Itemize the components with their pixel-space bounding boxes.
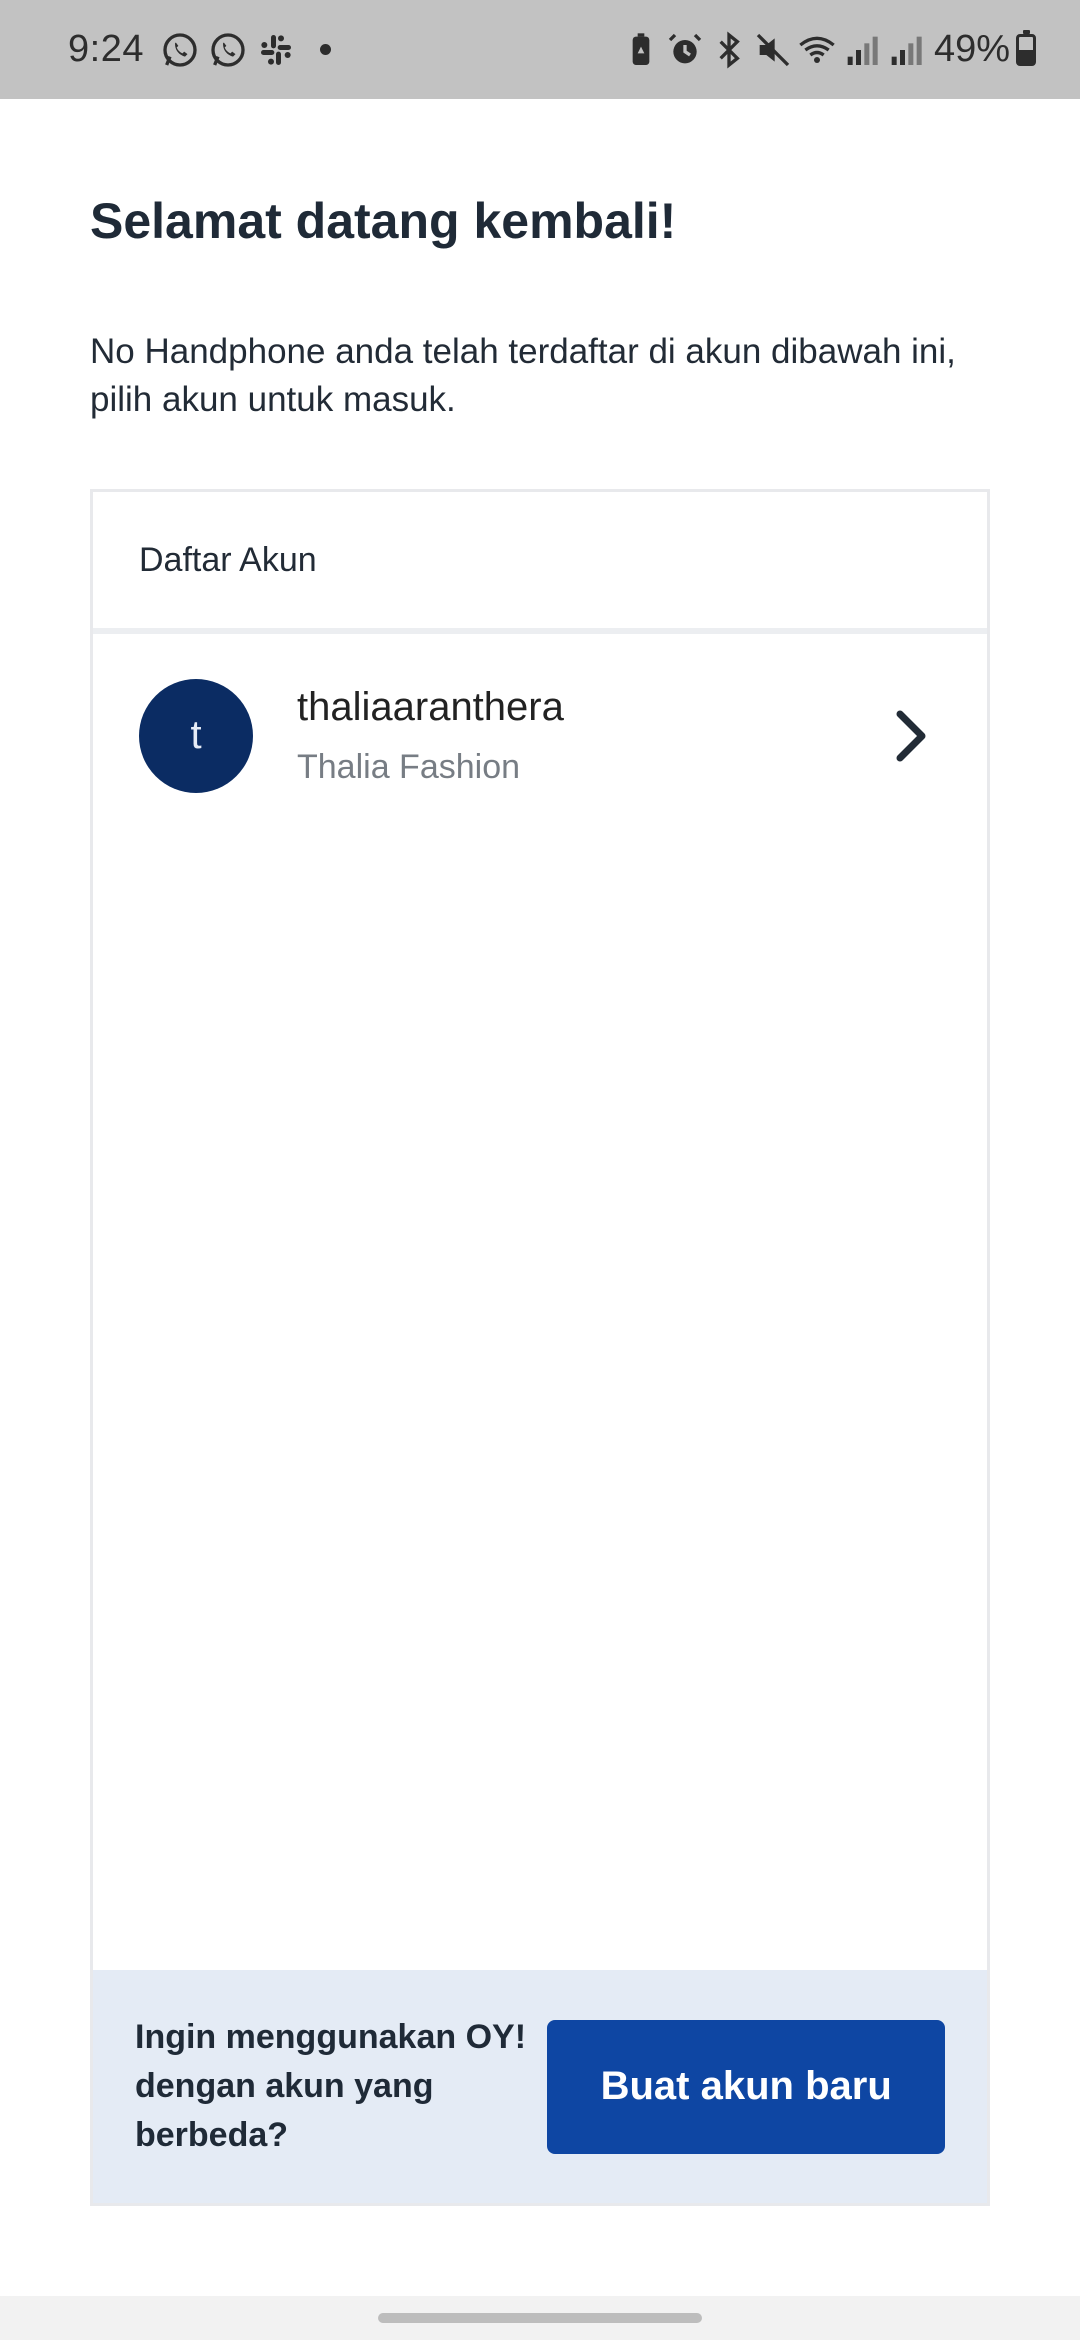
battery-percent: 49% — [933, 28, 1010, 70]
account-item[interactable]: t thaliaaranthera Thalia Fashion — [93, 634, 987, 837]
account-text: thaliaaranthera Thalia Fashion — [297, 685, 891, 787]
bluetooth-icon — [708, 28, 750, 72]
battery-fill — [1019, 49, 1033, 63]
chevron-right-icon — [891, 706, 931, 766]
account-name: Thalia Fashion — [297, 747, 521, 786]
account-list-card: Daftar Akun t thaliaaranthera Thalia Fas… — [90, 489, 990, 2206]
signal-icon — [884, 28, 926, 72]
notification-dot — [319, 44, 331, 55]
home-indicator[interactable] — [378, 2313, 702, 2323]
battery-saver-icon — [620, 28, 662, 72]
status-time: 9:24 — [68, 28, 144, 70]
create-account-footer: Ingin menggunakan OY! dengan akun yang b… — [93, 1970, 987, 2203]
account-username: thaliaaranthera — [297, 684, 564, 729]
status-left: 9:24 — [68, 28, 331, 72]
create-account-prompt: Ingin menggunakan OY! dengan akun yang b… — [135, 2018, 527, 2154]
mute-icon — [752, 28, 794, 72]
battery-icon — [1016, 29, 1036, 66]
create-account-button[interactable]: Buat akun baru — [547, 2019, 945, 2154]
slack-icon — [254, 28, 298, 72]
page-title: Selamat datang kembali! — [90, 193, 677, 249]
whatsapp-icon — [158, 28, 202, 72]
signal-icon — [840, 28, 882, 72]
status-right: 49% — [620, 28, 1036, 72]
account-list-header: Daftar Akun — [93, 492, 987, 634]
page-description: No Handphone anda telah terdaftar di aku… — [90, 332, 956, 419]
alarm-icon — [664, 28, 706, 72]
wifi-icon — [796, 28, 838, 72]
whatsapp-icon — [206, 28, 250, 72]
status-bar: 9:24 49% — [0, 0, 1080, 99]
avatar: t — [139, 678, 253, 793]
